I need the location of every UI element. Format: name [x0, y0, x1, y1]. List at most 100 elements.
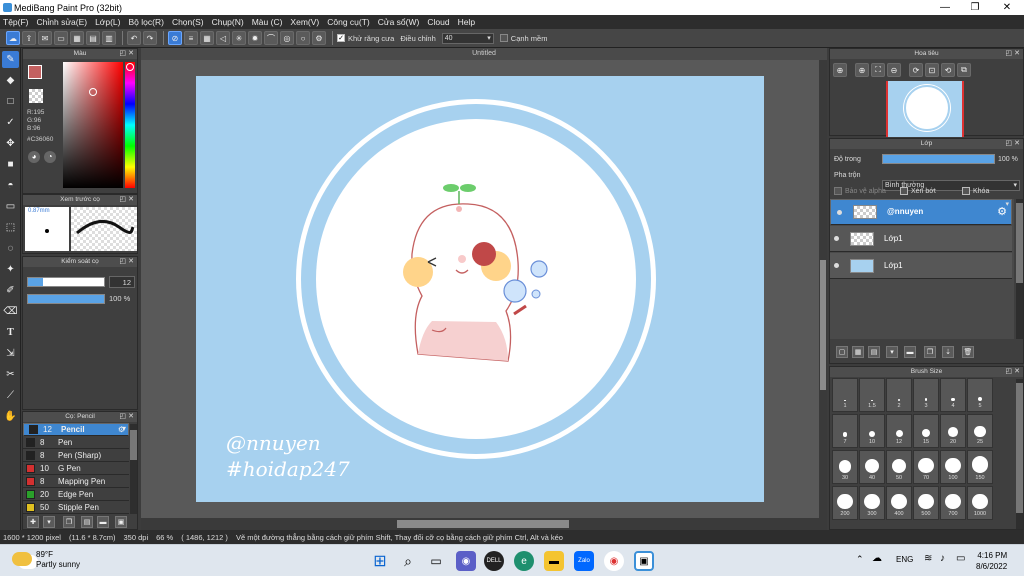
eye-icon[interactable]: [837, 209, 842, 215]
hand-tool-icon[interactable]: ✋: [2, 408, 19, 425]
brush-size-cell[interactable]: 15: [913, 414, 939, 448]
brush-size-cell[interactable]: 1.5: [859, 378, 885, 412]
layer-opacity-slider[interactable]: [882, 154, 995, 164]
circle-snap-icon[interactable]: ◎: [280, 31, 294, 45]
layer-scroll-thumb[interactable]: [1016, 203, 1023, 283]
navigator-thumbnail[interactable]: [886, 81, 964, 137]
radial-snap2-icon[interactable]: ✹: [248, 31, 262, 45]
brush-item[interactable]: 8 Mapping Pen: [23, 475, 129, 488]
gear-icon[interactable]: ⚙: [118, 425, 125, 435]
wifi-icon[interactable]: ≋: [924, 553, 932, 564]
add-brush-icon[interactable]: ✚: [27, 516, 39, 528]
battery-icon[interactable]: ▭: [956, 553, 965, 564]
vanishing-snap-icon[interactable]: ◁: [216, 31, 230, 45]
eraser-tool-icon[interactable]: ◆: [2, 72, 19, 89]
file-explorer-icon[interactable]: ▬: [544, 551, 564, 571]
eye-icon[interactable]: [834, 263, 839, 268]
color-settings-icon[interactable]: ◔: [44, 151, 56, 163]
adjust-select[interactable]: 40: [441, 32, 494, 44]
brush-folder-icon[interactable]: ▬: [97, 516, 109, 528]
brush-tool-icon[interactable]: ✎: [2, 51, 19, 68]
cloud-icon[interactable]: ☁: [6, 31, 20, 45]
snap-off-icon[interactable]: ⊘: [168, 31, 182, 45]
add-layer-menu-icon[interactable]: ▾: [886, 346, 898, 358]
text-tool-icon[interactable]: T: [2, 324, 19, 341]
bucket-tool-icon[interactable]: ◓: [2, 177, 19, 194]
dock-icon[interactable]: ◰: [119, 412, 126, 422]
lasso-tool-icon[interactable]: ◌: [2, 240, 19, 257]
eye-icon[interactable]: [834, 236, 839, 241]
panel-icon[interactable]: ▤: [86, 31, 100, 45]
new-halftone-layer-icon[interactable]: ▦: [852, 346, 864, 358]
brush-size-cell[interactable]: 50: [886, 450, 912, 484]
dock-icon[interactable]: ◰: [1005, 367, 1012, 377]
hue-slider[interactable]: [125, 62, 135, 188]
brush-duplicate-icon[interactable]: ▣: [115, 516, 127, 528]
brush-list-scroll-thumb[interactable]: [130, 430, 137, 460]
divide-tool-icon[interactable]: ✂: [2, 366, 19, 383]
zoom-out-icon[interactable]: ⊖: [887, 63, 901, 77]
brush-size-cell[interactable]: 100: [940, 450, 966, 484]
brush-size-cell[interactable]: 25: [967, 414, 993, 448]
menu-edit[interactable]: Chỉnh sửa(E): [37, 17, 88, 27]
brush-size-cell[interactable]: 5: [967, 378, 993, 412]
brush-list-scrollbar[interactable]: [130, 424, 137, 514]
dock-icon[interactable]: ◰: [119, 195, 126, 205]
brush-size-cell[interactable]: 30: [832, 450, 858, 484]
speaker-icon[interactable]: ♪: [940, 553, 945, 564]
brush-size-cell[interactable]: 500: [913, 486, 939, 520]
operation-tool-icon[interactable]: ⇲: [2, 345, 19, 362]
brush-copy-icon[interactable]: ❐: [63, 516, 75, 528]
redo-icon[interactable]: ↷: [143, 31, 157, 45]
radial-snap-icon[interactable]: ✳: [232, 31, 246, 45]
cloud-sync-icon[interactable]: ☁: [872, 553, 882, 564]
new-layer-icon[interactable]: ▢: [836, 346, 848, 358]
brush-size-cell[interactable]: 12: [886, 414, 912, 448]
parallel-snap-icon[interactable]: ≡: [184, 31, 198, 45]
dot-tool-icon[interactable]: □: [2, 93, 19, 110]
brush-size-cell[interactable]: 300: [859, 486, 885, 520]
brush-size-cell[interactable]: 20: [940, 414, 966, 448]
layer-row[interactable]: Lớp1: [830, 226, 1012, 252]
edge-checkbox[interactable]: Cạnh mềm: [499, 34, 547, 43]
brush-size-value[interactable]: 12: [109, 276, 135, 288]
menu-view[interactable]: Xem(V): [290, 17, 319, 27]
gear-icon[interactable]: ⚙: [997, 207, 1007, 218]
brush-item[interactable]: 50 Stipple Pen: [23, 501, 129, 514]
eyedropper-tool-icon[interactable]: ⟋: [2, 387, 19, 404]
language-indicator[interactable]: ENG: [896, 555, 913, 564]
flip-icon[interactable]: ⟲: [941, 63, 955, 77]
brush-size-cell[interactable]: 4: [940, 378, 966, 412]
color-picker-cursor[interactable]: [89, 88, 97, 96]
menu-help[interactable]: Help: [458, 17, 475, 27]
close-panel-icon[interactable]: ✕: [1014, 49, 1020, 59]
vertical-scroll-thumb[interactable]: [820, 260, 826, 390]
undo-icon[interactable]: ↶: [127, 31, 141, 45]
brush-export-icon[interactable]: ▤: [81, 516, 93, 528]
horizontal-scroll-thumb[interactable]: [397, 520, 569, 528]
menu-filter[interactable]: Bộ lọc(R): [129, 17, 164, 27]
search-icon[interactable]: ⌕: [398, 551, 418, 571]
canvas-tab[interactable]: Untitled: [141, 48, 827, 60]
brush-size-cell[interactable]: 3: [913, 378, 939, 412]
line-tool-icon[interactable]: ✓: [2, 114, 19, 131]
weather-icon[interactable]: [12, 552, 32, 566]
gradient-tool-icon[interactable]: ▭: [2, 198, 19, 215]
layer-folder-icon[interactable]: ▬: [904, 346, 916, 358]
layer-row[interactable]: Lớp1: [830, 253, 1012, 279]
brush-size-cell[interactable]: 7: [832, 414, 858, 448]
menu-layer[interactable]: Lớp(L): [95, 17, 120, 27]
antialias-checkbox[interactable]: ✓ Khử răng cưa: [337, 34, 394, 43]
chevron-up-icon[interactable]: ⌃: [856, 554, 864, 565]
menu-window[interactable]: Cửa sổ(W): [378, 17, 420, 27]
menu-file[interactable]: Tệp(F): [3, 17, 29, 27]
brush-size-cell[interactable]: 1000: [967, 486, 993, 520]
brush-item[interactable]: 12 Pencil ⚙: [23, 423, 129, 436]
brush-item[interactable]: 8 Pen (Sharp): [23, 449, 129, 462]
brush-size-cell[interactable]: 700: [940, 486, 966, 520]
zoom-in2-icon[interactable]: ⊕: [855, 63, 869, 77]
settings-snap-icon[interactable]: ⚙: [312, 31, 326, 45]
move-tool-icon[interactable]: ✥: [2, 135, 19, 152]
menu-tools[interactable]: Công cụ(T): [327, 17, 370, 27]
palette-icon[interactable]: ◕: [28, 151, 40, 163]
